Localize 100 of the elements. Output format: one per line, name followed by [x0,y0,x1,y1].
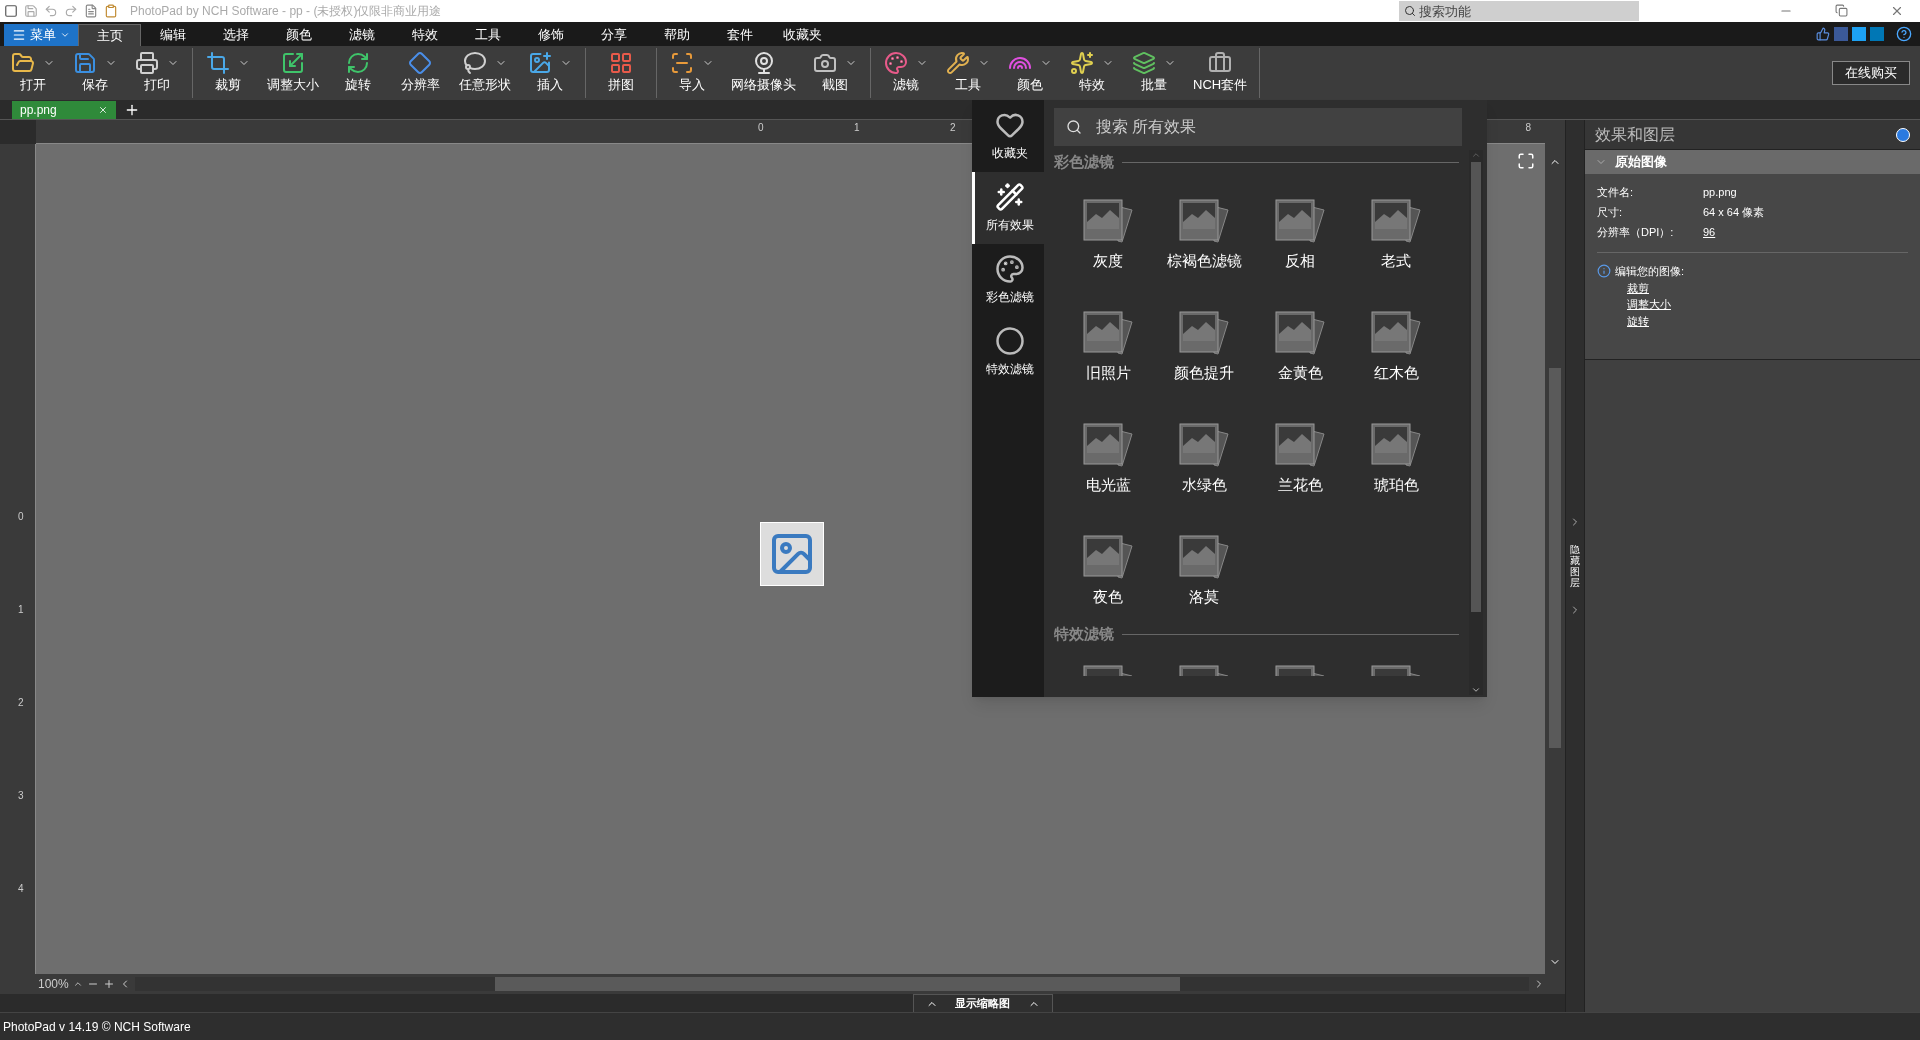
effect-category[interactable]: 收藏夹 [972,100,1044,172]
info-icon [1597,264,1611,279]
menu-tab[interactable]: 选择 [204,24,267,46]
ruler-label: 1 [854,121,861,135]
scroll-down-icon[interactable] [1471,685,1481,695]
property-value[interactable]: 96 [1703,223,1716,241]
effect-category[interactable]: 特效滤镜 [972,316,1044,388]
toolbar-button[interactable]: 打开 [2,48,64,98]
effect-category[interactable]: 彩色滤镜 [972,244,1044,316]
effect-tile[interactable]: 旧照片 [1060,286,1156,398]
document-tab[interactable]: pp.png [12,101,116,119]
ruler-label: 8 [1525,121,1531,135]
fullscreen-icon[interactable] [1517,152,1535,170]
toolbar-button[interactable]: 调整大小 [259,48,327,98]
effect-tile[interactable]: 反相 [1252,174,1348,286]
scrollbar-thumb[interactable] [494,977,1180,991]
thumbnail-toggle[interactable]: 显示缩略图 [912,994,1053,1012]
edit-link[interactable]: 旋转 [1627,312,1649,329]
toolbar-button[interactable]: 特效 [1061,48,1123,98]
zoom-value[interactable]: 100% [38,975,69,993]
photo-stack-icon [1178,664,1230,676]
undo-icon[interactable] [44,4,58,18]
property-value: pp.png [1703,184,1737,200]
close-icon[interactable] [98,105,108,115]
document-icon[interactable] [84,4,98,18]
help-icon[interactable] [1896,26,1912,42]
scrollbar-thumb[interactable] [1549,368,1561,748]
effect-tile[interactable]: 灰度 [1060,174,1156,286]
toolbar-button[interactable]: 打印 [126,48,188,98]
effect-tile[interactable]: 兰花色 [1252,398,1348,510]
effect-tile[interactable]: 金黄色 [1252,286,1348,398]
menu-button[interactable]: 菜单 [4,24,78,46]
toolbar-button[interactable]: 拼图 [590,48,652,98]
edit-link[interactable]: 调整大小 [1627,296,1671,313]
menu-tab[interactable]: 工具 [456,24,519,46]
toolbar-button[interactable]: NCH套件 [1185,48,1256,98]
toolbar-button[interactable]: 工具 [937,48,999,98]
zoom-in-icon[interactable] [102,978,115,990]
toolbar-button[interactable]: 导入 [661,48,723,98]
toolbar-button[interactable]: 截图 [804,48,866,98]
toolbar-button[interactable]: 插入 [519,48,581,98]
ruler-label: 0 [758,121,765,135]
toolbar-button[interactable]: 裁剪 [197,48,259,98]
toolbar-button[interactable]: 保存 [64,48,126,98]
zoom-up-icon[interactable] [72,979,83,989]
grid-icon [609,51,633,76]
menu-tab[interactable]: 套件 [708,24,771,46]
effect-category[interactable]: 所有效果 [972,172,1044,244]
menu-tab[interactable]: 主页 [78,24,141,46]
sparkles-icon [1070,51,1094,76]
scroll-up-icon[interactable] [1471,150,1481,160]
menu-tab[interactable]: 编辑 [141,24,204,46]
thumbs-up-icon[interactable] [1816,27,1830,41]
restore-icon[interactable] [1835,4,1848,17]
toolbar-button[interactable]: 任意形状 [451,48,519,98]
image-plus-icon [528,51,552,76]
effect-tile[interactable]: 红木色 [1348,286,1444,398]
effect-tile[interactable]: 水绿色 [1156,398,1252,510]
effect-tile[interactable]: 电光蓝 [1060,398,1156,510]
menu-tab[interactable]: 帮助 [645,24,708,46]
save-icon [73,51,97,76]
toolbar-button[interactable]: 旋转 [327,48,389,98]
menu-tab[interactable]: 颜色 [267,24,330,46]
menu-tab[interactable]: 滤镜 [330,24,393,46]
effects-search-field[interactable]: 搜索 所有效果 [1054,108,1462,146]
buy-button[interactable]: 在线购买 [1832,61,1910,85]
menu-icon [12,28,26,42]
effect-tile[interactable]: 夜色 [1060,510,1156,622]
toolbar-button[interactable]: 滤镜 [875,48,937,98]
effect-tile[interactable]: 老式 [1348,174,1444,286]
ruler-label: 0 [18,509,25,524]
search-field[interactable]: 搜索功能 [1399,1,1639,21]
section-title: 彩色滤镜 [1054,151,1114,172]
scrollbar-thumb[interactable] [1471,162,1481,612]
effect-tile[interactable]: 琥珀色 [1348,398,1444,510]
menu-tab[interactable]: 修饰 [519,24,582,46]
effect-tile[interactable]: 颜色提升 [1156,286,1252,398]
property-label: 文件名: [1597,184,1635,200]
hide-layers-tab[interactable]: 隐藏图层 [1570,544,1580,588]
save-icon[interactable] [24,4,38,18]
clipboard-icon[interactable] [104,4,118,18]
redo-icon[interactable] [64,4,78,18]
effect-tile[interactable]: 洛莫 [1156,510,1252,622]
menu-tab[interactable]: 特效 [393,24,456,46]
search-icon [1404,5,1416,17]
edit-link[interactable]: 裁剪 [1627,279,1649,296]
toolbar-button[interactable]: 颜色 [999,48,1061,98]
photo-stack-icon [1274,664,1326,676]
crop-icon [206,51,230,76]
ruler-label: 1 [18,602,25,617]
toolbar-button[interactable]: 批量 [1123,48,1185,98]
toolbar-button[interactable]: 网络摄像头 [723,48,804,98]
effect-tile[interactable]: 棕褐色滤镜 [1156,174,1252,286]
toolbar-button[interactable]: 分辨率 [389,48,451,98]
menu-tab[interactable]: 收藏夹 [771,24,834,46]
menu-tab[interactable]: 分享 [582,24,645,46]
add-tab-icon[interactable] [124,102,140,118]
layer-header[interactable]: 原始图像 [1585,150,1920,174]
close-icon[interactable] [1890,4,1904,18]
panel-toggle-icon[interactable] [1896,127,1910,142]
